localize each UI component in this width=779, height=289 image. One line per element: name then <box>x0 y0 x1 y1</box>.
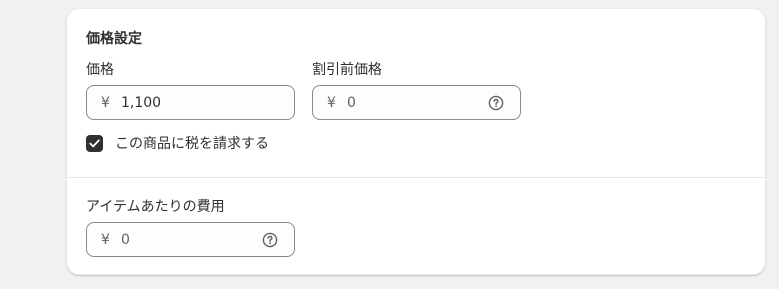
pricing-section: 価格設定 価格 ¥ 1,100 割引前価格 ¥ 0 この商品に税を請求する <box>67 9 765 177</box>
checkmark-icon <box>89 139 100 147</box>
price-input[interactable]: ¥ 1,100 <box>86 85 295 120</box>
compare-at-price-placeholder[interactable]: 0 <box>347 95 488 111</box>
compare-at-price-input[interactable]: ¥ 0 <box>312 85 521 120</box>
cost-per-item-label: アイテムあたりの費用 <box>86 199 225 215</box>
compare-at-price-label: 割引前価格 <box>312 62 382 78</box>
cost-per-item-placeholder[interactable]: 0 <box>121 232 262 248</box>
currency-prefix: ¥ <box>101 231 110 248</box>
section-title: 価格設定 <box>86 31 142 47</box>
charge-tax-label[interactable]: この商品に税を請求する <box>115 133 269 153</box>
price-label: 価格 <box>86 62 114 78</box>
pricing-card: 価格設定 価格 ¥ 1,100 割引前価格 ¥ 0 この商品に税を請求する アイ… <box>67 9 765 275</box>
question-circle-icon[interactable] <box>262 232 278 248</box>
section-divider <box>67 177 765 178</box>
charge-tax-row[interactable]: この商品に税を請求する <box>86 133 269 153</box>
currency-prefix: ¥ <box>327 94 336 111</box>
charge-tax-checkbox[interactable] <box>86 134 103 152</box>
cost-per-item-input[interactable]: ¥ 0 <box>86 222 295 257</box>
price-value[interactable]: 1,100 <box>121 95 294 111</box>
currency-prefix: ¥ <box>101 94 110 111</box>
question-circle-icon[interactable] <box>488 95 504 111</box>
